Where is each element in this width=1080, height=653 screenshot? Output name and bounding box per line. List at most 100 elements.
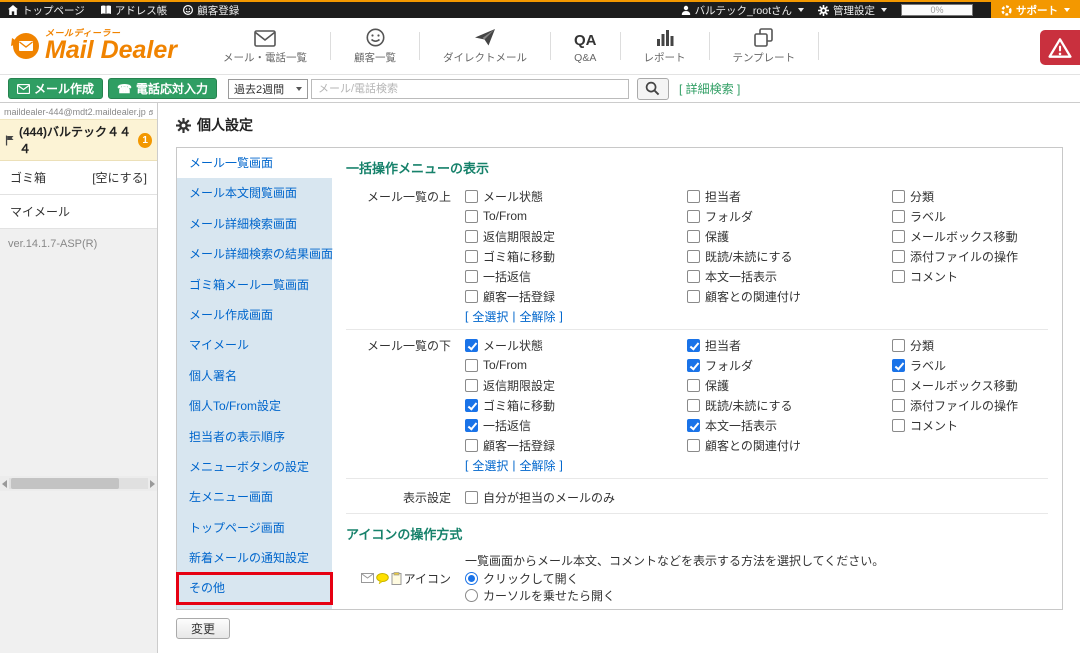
checkbox-option[interactable]: To/From <box>465 206 687 226</box>
topbar-link-customer-register[interactable]: 顧客登録 <box>183 3 239 18</box>
checkbox[interactable] <box>687 230 700 243</box>
clear-all-link[interactable]: 全解除 <box>519 457 555 474</box>
nav-customer-list[interactable]: 顧客一覧 <box>331 27 419 65</box>
settings-menu-item[interactable]: メニューボタンの設定 <box>177 452 332 482</box>
checkbox[interactable] <box>687 399 700 412</box>
checkbox[interactable] <box>892 399 905 412</box>
checkbox[interactable] <box>465 210 478 223</box>
radio-option[interactable]: カーソルを乗せたら開く <box>465 587 884 604</box>
checkbox[interactable] <box>892 379 905 392</box>
checkbox-option[interactable]: 担当者 <box>687 335 892 355</box>
settings-menu-item[interactable]: トップページ画面 <box>177 513 332 543</box>
checkbox-option[interactable]: 添付ファイルの操作 <box>892 395 1048 415</box>
nav-report[interactable]: レポート <box>621 27 709 65</box>
checkbox-option[interactable]: 一括返信 <box>465 266 687 286</box>
scroll-left-arrow-icon[interactable] <box>2 480 7 488</box>
settings-menu-item[interactable]: 左メニュー画面 <box>177 482 332 512</box>
mailbox-item[interactable]: (444)バルテック４４４ 1 <box>0 119 157 161</box>
checkbox-option[interactable]: 保護 <box>687 375 892 395</box>
checkbox-option[interactable]: To/From <box>465 355 687 375</box>
checkbox-option[interactable]: ラベル <box>892 206 1048 226</box>
checkbox[interactable] <box>892 359 905 372</box>
nav-template[interactable]: テンプレート <box>710 27 819 65</box>
checkbox[interactable] <box>892 250 905 263</box>
scrollbar-thumb[interactable] <box>11 478 119 489</box>
checkbox[interactable] <box>687 210 700 223</box>
checkbox-option[interactable]: 一括返信 <box>465 415 687 435</box>
checkbox[interactable] <box>687 250 700 263</box>
checkbox-option[interactable]: 顧客一括登録 <box>465 286 687 306</box>
checkbox[interactable] <box>687 379 700 392</box>
checkbox[interactable] <box>687 419 700 432</box>
checkbox-option[interactable]: 顧客一括登録 <box>465 435 687 455</box>
search-input[interactable] <box>311 79 629 99</box>
topbar-link-address-book[interactable]: アドレス帳 <box>101 3 168 18</box>
nav-direct-mail[interactable]: ダイレクトメール <box>420 27 550 65</box>
settings-menu-item[interactable]: メール作成画面 <box>177 300 332 330</box>
checkbox[interactable] <box>687 359 700 372</box>
checkbox[interactable] <box>465 250 478 263</box>
user-menu[interactable]: バルテック_rootさん <box>681 3 804 18</box>
settings-menu-item[interactable]: メール本文閲覧画面 <box>177 178 332 208</box>
checkbox-option[interactable]: 添付ファイルの操作 <box>892 246 1048 266</box>
checkbox[interactable] <box>465 491 478 504</box>
checkbox-option[interactable]: 分類 <box>892 186 1048 206</box>
checkbox-option[interactable]: ゴミ箱に移動 <box>465 395 687 415</box>
checkbox-option[interactable]: 顧客との関連付け <box>687 286 892 306</box>
checkbox[interactable] <box>892 210 905 223</box>
settings-menu-item[interactable]: 個人To/From設定 <box>177 391 332 421</box>
topbar-link-top-page[interactable]: トップページ <box>8 3 85 18</box>
checkbox-option[interactable]: 分類 <box>892 335 1048 355</box>
scroll-right-arrow-icon[interactable] <box>150 480 155 488</box>
support-menu[interactable]: サポート <box>991 2 1080 18</box>
settings-menu-item[interactable]: 新着メールの通知設定 <box>177 543 332 573</box>
checkbox-option[interactable]: 自分が担当のメールのみ <box>465 487 615 507</box>
checkbox[interactable] <box>465 359 478 372</box>
checkbox[interactable] <box>465 439 478 452</box>
checkbox[interactable] <box>465 290 478 303</box>
settings-menu-item[interactable]: 個人署名 <box>177 361 332 391</box>
checkbox[interactable] <box>465 230 478 243</box>
empty-trash-link[interactable]: [空にする] <box>92 169 147 186</box>
sidebar-horizontal-scrollbar[interactable] <box>0 476 157 491</box>
checkbox-option[interactable]: 保護 <box>687 226 892 246</box>
advanced-search-link[interactable]: [ 詳細検索 ] <box>679 80 740 97</box>
checkbox[interactable] <box>465 270 478 283</box>
search-button[interactable] <box>637 78 669 100</box>
checkbox-option[interactable]: ゴミ箱に移動 <box>465 246 687 266</box>
radio-button[interactable] <box>465 589 478 602</box>
checkbox[interactable] <box>892 270 905 283</box>
checkbox-option[interactable]: 既読/未読にする <box>687 246 892 266</box>
checkbox[interactable] <box>465 190 478 203</box>
checkbox-option[interactable]: 本文一括表示 <box>687 266 892 286</box>
checkbox[interactable] <box>465 399 478 412</box>
checkbox[interactable] <box>687 339 700 352</box>
mail-dealer-logo[interactable]: メールディーラー Mail Dealer <box>0 29 180 63</box>
mymail-row[interactable]: マイメール <box>0 195 157 229</box>
settings-menu-item[interactable]: メール一覧画面 <box>177 148 332 178</box>
checkbox[interactable] <box>892 339 905 352</box>
submit-button[interactable]: 変更 <box>176 618 230 639</box>
settings-menu-item[interactable]: メール詳細検索画面 <box>177 209 332 239</box>
checkbox[interactable] <box>687 190 700 203</box>
checkbox[interactable] <box>465 379 478 392</box>
checkbox[interactable] <box>892 190 905 203</box>
checkbox-option[interactable]: メールボックス移動 <box>892 375 1048 395</box>
radio-button[interactable] <box>465 572 478 585</box>
phone-response-button[interactable]: ☎ 電話応対入力 <box>108 78 217 99</box>
radio-option[interactable]: クリックして開く <box>465 570 884 587</box>
scrollbar-track[interactable] <box>9 478 148 489</box>
checkbox-option[interactable]: メール状態 <box>465 335 687 355</box>
settings-menu-item[interactable]: その他 <box>177 573 332 603</box>
settings-menu-item[interactable]: メール詳細検索の結果画面 <box>177 239 332 269</box>
admin-settings-menu[interactable]: 管理設定 <box>818 3 887 18</box>
checkbox-option[interactable]: メール状態 <box>465 186 687 206</box>
checkbox-option[interactable]: メールボックス移動 <box>892 226 1048 246</box>
settings-menu-item[interactable]: マイメール <box>177 330 332 360</box>
checkbox-option[interactable]: フォルダ <box>687 355 892 375</box>
checkbox[interactable] <box>892 419 905 432</box>
settings-menu-item[interactable]: ゴミ箱メール一覧画面 <box>177 270 332 300</box>
checkbox[interactable] <box>892 230 905 243</box>
trash-row[interactable]: ゴミ箱 [空にする] <box>0 161 157 195</box>
clear-all-link[interactable]: 全解除 <box>519 308 555 325</box>
